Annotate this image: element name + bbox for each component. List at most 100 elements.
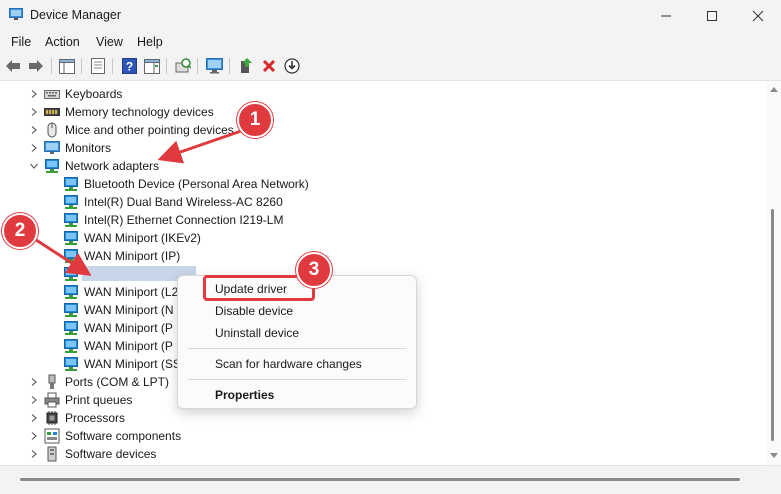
tree-device-intel-wireless[interactable]: Intel(R) Dual Band Wireless-AC 8260 [0,193,766,211]
network-adapter-icon [64,177,78,191]
horizontal-scroll-thumb[interactable] [20,478,740,481]
update-driver-toolbar-button[interactable] [237,57,255,75]
help-icon: ? [121,58,137,74]
tree-category-memory-technology-devices[interactable]: Memory technology devices [0,103,766,121]
tree-item-label: Software devices [65,447,157,461]
properties-button[interactable] [89,57,107,75]
chevron-right-icon[interactable] [29,143,39,153]
scroll-down-icon[interactable] [770,453,778,458]
port-icon [48,374,56,389]
toolbar-separator [81,58,82,74]
tree-item-label: Network adapters [65,159,160,173]
chevron-right-icon[interactable] [29,89,39,99]
menu-item-properties[interactable]: Properties [215,388,274,402]
network-adapter-icon [64,321,78,335]
network-adapter-icon [64,231,78,245]
forward-button[interactable] [27,57,45,75]
callout-badge-1: 1 [237,102,273,138]
chevron-right-icon[interactable] [29,431,39,441]
scroll-up-icon[interactable] [770,87,778,92]
network-adapter-icon [64,195,78,209]
tree-category-processors[interactable]: Processors [0,409,766,427]
network-adapter-icon [64,339,78,353]
tree-item-label: Ports (COM & LPT) [65,375,170,389]
tree-device-intel-ethernet[interactable]: Intel(R) Ethernet Connection I219-LM [0,211,766,229]
menu-view[interactable]: View [96,35,123,49]
close-button[interactable] [735,0,781,32]
maximize-icon [707,11,717,21]
mouse-icon [47,122,57,138]
show-hide-console-tree-button[interactable] [58,57,76,75]
vertical-scroll-thumb[interactable] [771,209,774,441]
network-adapter-icon [64,285,78,299]
network-adapter-icon [64,267,78,281]
chevron-down-icon[interactable] [29,161,39,171]
properties-sheet-icon [91,58,105,74]
tree-item-label: Memory technology devices [65,105,214,119]
action-pane-icon [144,58,160,74]
tree-item-label: Bluetooth Device (Personal Area Network) [84,177,309,191]
toolbar-separator [112,58,113,74]
tree-item-label: Mice and other pointing devices [65,123,234,137]
menu-item-disable-device[interactable]: Disable device [215,304,293,318]
tree-item-label: WAN Miniport (IKEv2) [84,231,201,245]
menu-item-scan-hardware[interactable]: Scan for hardware changes [215,357,362,371]
console-tree-icon [59,58,75,74]
menu-separator [188,348,406,349]
tree-category-software-devices[interactable]: Software devices [0,445,766,463]
chevron-right-icon[interactable] [29,125,39,135]
tree-item-label: Processors [65,411,126,425]
back-arrow-icon [6,60,20,72]
tree-device-wan-ip[interactable]: WAN Miniport (IP) [0,247,766,265]
tree-category-keyboards[interactable]: Keyboards [0,85,766,103]
tree-item-label: Keyboards [65,87,123,101]
memory-icon [44,108,60,116]
scan-hardware-button[interactable] [174,57,192,75]
download-circle-icon [284,58,300,74]
show-hide-action-pane-button[interactable] [143,57,161,75]
keyboard-icon [44,90,60,99]
maximize-button[interactable] [689,0,735,32]
device-manager-icon [9,8,23,20]
chevron-right-icon[interactable] [29,413,39,423]
monitor-button[interactable] [205,57,223,75]
menu-item-uninstall-device[interactable]: Uninstall device [215,326,299,340]
software-component-icon [44,428,60,444]
tree-device-bluetooth-pan[interactable]: Bluetooth Device (Personal Area Network) [0,175,766,193]
menu-help[interactable]: Help [137,35,163,49]
computer-monitor-icon [205,58,223,74]
forward-arrow-icon [29,60,43,72]
tree-item-label: Intel(R) Dual Band Wireless-AC 8260 [84,195,283,209]
close-icon [752,10,764,22]
minimize-button[interactable] [643,0,689,32]
chevron-right-icon[interactable] [29,449,39,459]
chevron-right-icon[interactable] [29,107,39,117]
help-button[interactable]: ? [120,57,138,75]
network-adapter-icon [45,159,59,173]
back-button[interactable] [4,57,22,75]
uninstall-device-toolbar-button[interactable] [260,57,278,75]
toolbar-separator [166,58,167,74]
tree-item-label: Monitors [65,141,112,155]
chevron-right-icon[interactable] [29,395,39,405]
menu-action[interactable]: Action [45,35,80,49]
printer-icon [44,392,60,408]
horizontal-scrollbar[interactable] [0,465,781,494]
toolbar: ? [0,53,781,81]
toolbar-separator [229,58,230,74]
tree-category-monitors[interactable]: Monitors [0,139,766,157]
vertical-scrollbar[interactable] [766,81,781,465]
enable-device-toolbar-button[interactable] [283,57,301,75]
tree-item-label: WAN Miniport (IP) [84,249,181,263]
monitor-icon [44,141,60,154]
tree-item-label: WAN Miniport (P [84,321,173,335]
tree-category-software-components[interactable]: Software components [0,427,766,445]
tree-category-mice[interactable]: Mice and other pointing devices [0,121,766,139]
toolbar-separator [197,58,198,74]
menu-file[interactable]: File [11,35,31,49]
tree-category-network-adapters[interactable]: Network adapters [0,157,766,175]
tree-item-label: Intel(R) Ethernet Connection I219-LM [84,213,284,227]
network-adapter-icon [64,249,78,263]
chevron-right-icon[interactable] [29,377,39,387]
tree-device-wan-ikev2[interactable]: WAN Miniport (IKEv2) [0,229,766,247]
